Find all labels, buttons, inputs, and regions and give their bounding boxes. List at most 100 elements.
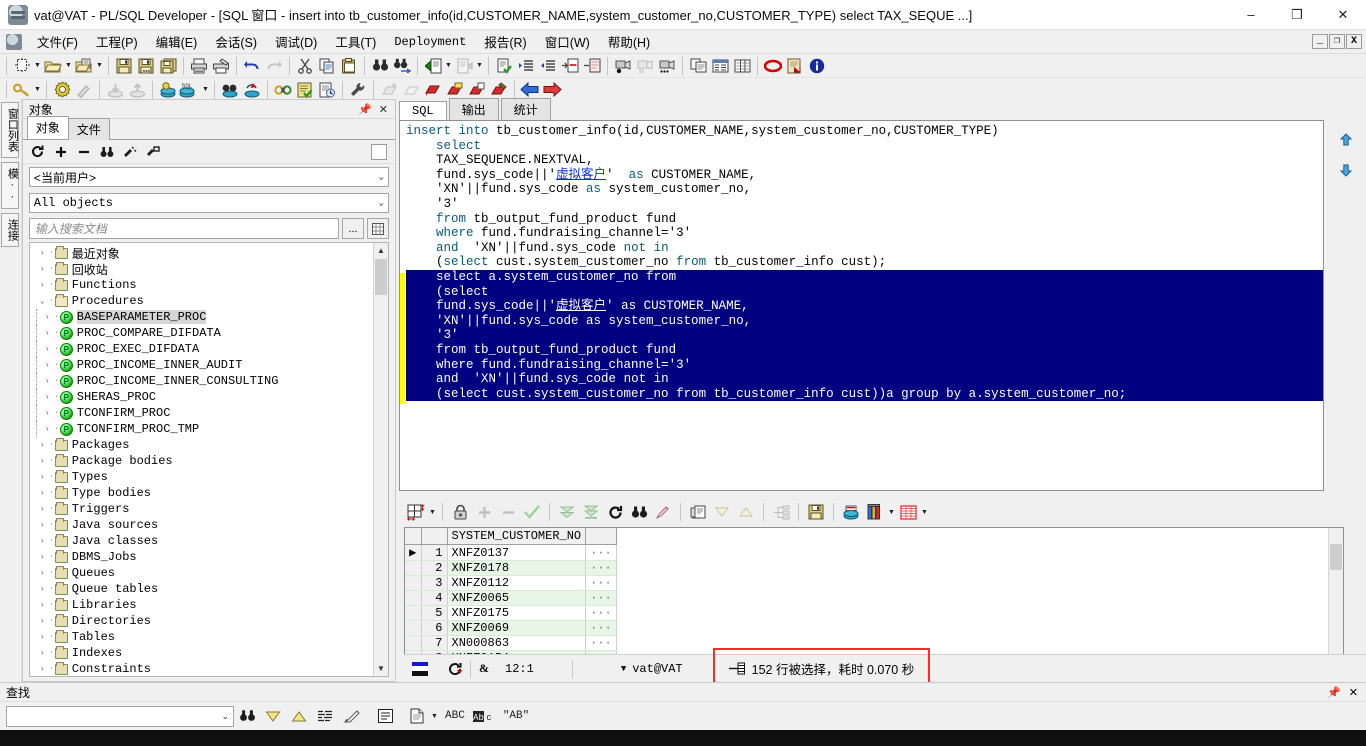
menu-project[interactable]: 工程(P) <box>87 30 147 53</box>
tab-statistics[interactable]: 统计 <box>500 98 551 120</box>
tree-item[interactable]: › · P PROC_COMPARE_DIFDATA <box>35 325 388 341</box>
tab-output[interactable]: 输出 <box>448 98 499 120</box>
cell-more-button[interactable]: ··· <box>585 590 617 606</box>
lock-icon[interactable] <box>448 500 472 524</box>
sql-code[interactable]: insert into tb_customer_info(id,CUSTOMER… <box>400 121 1323 402</box>
print-preview-icon[interactable] <box>210 55 232 77</box>
close-button[interactable]: ✕ <box>1320 0 1366 30</box>
vtab-templates[interactable]: 模·· <box>1 162 20 209</box>
tree-item[interactable]: › · Queues <box>36 565 388 581</box>
tree-expander-icon[interactable]: › <box>41 377 54 386</box>
new-document-dropdown-icon[interactable]: ▼ <box>33 55 42 77</box>
tree-item[interactable]: › · Tables <box>36 629 388 645</box>
menu-tools[interactable]: 工具(T) <box>326 30 385 53</box>
tree-expander-icon[interactable]: › <box>36 617 49 626</box>
tree-item[interactable]: › · 最近对象 <box>36 245 388 262</box>
tree-expander-icon[interactable]: › <box>41 425 54 434</box>
tree-item[interactable]: › · Indexes <box>36 645 388 661</box>
minimize-button[interactable]: – <box>1228 0 1274 30</box>
cell-system-customer-no[interactable]: XNFZ0178 <box>447 560 587 576</box>
tree-item[interactable]: › · Java sources <box>36 517 388 533</box>
cut-icon[interactable] <box>294 55 316 77</box>
execute-dropdown-icon[interactable]: ▼ <box>444 55 453 77</box>
tree-expander-icon[interactable]: › <box>36 441 49 450</box>
tree-expander-icon[interactable]: › <box>36 569 49 578</box>
tree-item[interactable]: › · DBMS_Jobs <box>36 549 388 565</box>
tree-expander-icon[interactable]: › <box>36 553 49 562</box>
find-prev-icon[interactable] <box>286 705 312 727</box>
menu-help[interactable]: 帮助(H) <box>599 30 659 53</box>
grid-style-icon[interactable] <box>896 500 920 524</box>
save-all-icon[interactable] <box>157 55 179 77</box>
tree-item[interactable]: › · Functions <box>36 277 388 293</box>
binoculars-icon[interactable] <box>100 145 114 159</box>
highlight-icon[interactable] <box>651 500 675 524</box>
cell-system-customer-no[interactable]: XNFZ0112 <box>447 575 587 591</box>
find-next-binoculars-icon[interactable] <box>391 55 413 77</box>
menu-deployment[interactable]: Deployment <box>385 33 475 51</box>
table-row[interactable]: 5 XNFZ0175 ··· <box>405 605 617 621</box>
menu-debug[interactable]: 调试(D) <box>266 30 326 53</box>
save-icon[interactable] <box>113 55 135 77</box>
menu-window[interactable]: 窗口(W) <box>536 30 599 53</box>
record-macro-icon[interactable] <box>612 55 634 77</box>
status-rollback-icon-cell[interactable] <box>440 659 470 679</box>
wand-icon[interactable] <box>123 145 137 159</box>
table-row[interactable]: 3 XNFZ0112 ··· <box>405 575 617 591</box>
vtab-connections[interactable]: 连接 <box>1 213 20 247</box>
objects-tree-scrollbar[interactable]: ▲ ▼ <box>373 243 388 676</box>
uncomment-icon[interactable] <box>581 55 603 77</box>
cell-more-button[interactable]: ··· <box>585 560 617 576</box>
find-all-icon[interactable] <box>312 705 338 727</box>
cell-system-customer-no[interactable]: XNFZ0069 <box>447 620 587 636</box>
tree-item[interactable]: › · Java classes <box>36 533 388 549</box>
menu-file[interactable]: 文件(F) <box>28 30 87 53</box>
grid-resize-dropdown-icon[interactable]: ▼ <box>428 501 437 523</box>
options-icon[interactable] <box>372 705 398 727</box>
oracle-icon[interactable] <box>762 55 784 77</box>
indent-icon[interactable] <box>515 55 537 77</box>
color-palette-icon[interactable] <box>863 500 887 524</box>
document-icon[interactable] <box>404 705 430 727</box>
table-row[interactable]: 2 XNFZ0178 ··· <box>405 560 617 576</box>
cell-more-button[interactable]: ··· <box>585 635 617 651</box>
mdi-minimize-button[interactable]: _ <box>1312 34 1328 49</box>
mdi-restore-button[interactable]: ❐ <box>1329 34 1345 49</box>
tree-expander-icon[interactable]: › <box>36 665 49 674</box>
key-icon[interactable] <box>146 145 160 159</box>
tree-item[interactable]: › · P PROC_EXEC_DIFDATA <box>35 341 388 357</box>
detail-view-icon[interactable] <box>731 55 753 77</box>
find-binoculars-icon[interactable] <box>369 55 391 77</box>
tree-expander-icon[interactable]: ⌄ <box>36 296 49 306</box>
chevron-down-icon[interactable]: ▼ <box>621 664 626 674</box>
header-system-customer-no[interactable]: SYSTEM_CUSTOMER_NO <box>447 528 587 545</box>
tree-item[interactable]: › · Queue tables <box>36 581 388 597</box>
tab-objects[interactable]: 对象 <box>26 116 69 139</box>
tree-item[interactable]: › · P BASEPARAMETER_PROC <box>35 309 388 325</box>
find-mode-case-icon[interactable]: Ab c <box>471 705 497 727</box>
tree-expander-icon[interactable]: › <box>41 345 54 354</box>
undo-icon[interactable] <box>241 55 263 77</box>
list-view-icon[interactable] <box>709 55 731 77</box>
cell-more-button[interactable]: ··· <box>585 575 617 591</box>
tree-expander-icon[interactable]: › <box>41 361 54 370</box>
check-syntax-icon[interactable] <box>493 55 515 77</box>
cell-more-button[interactable]: ··· <box>585 605 617 621</box>
tree-expander-icon[interactable]: › <box>41 313 54 322</box>
vtab-window-list[interactable]: 窗口列表 <box>1 102 20 158</box>
tree-item[interactable]: › · Type bodies <box>36 485 388 501</box>
save-icon[interactable] <box>804 500 828 524</box>
tree-expander-icon[interactable]: › <box>36 489 49 498</box>
refresh-icon[interactable] <box>603 500 627 524</box>
tree-expander-icon[interactable]: › <box>41 393 54 402</box>
close-icon[interactable]: ✕ <box>379 103 388 116</box>
arrow-down-icon[interactable] <box>1338 162 1354 178</box>
tree-item[interactable]: › · 回收站 <box>36 261 388 278</box>
tab-sql[interactable]: SQL <box>399 101 447 120</box>
tree-expander-icon[interactable]: › <box>41 409 54 418</box>
export-db-icon[interactable] <box>839 500 863 524</box>
tree-item[interactable]: › · P TCONFIRM_PROC_TMP <box>35 421 388 437</box>
grid-style-dropdown-icon[interactable]: ▼ <box>920 501 929 523</box>
scroll-down-icon[interactable]: ▼ <box>374 661 388 676</box>
tree-item[interactable]: › · P SHERAS_PROC <box>35 389 388 405</box>
